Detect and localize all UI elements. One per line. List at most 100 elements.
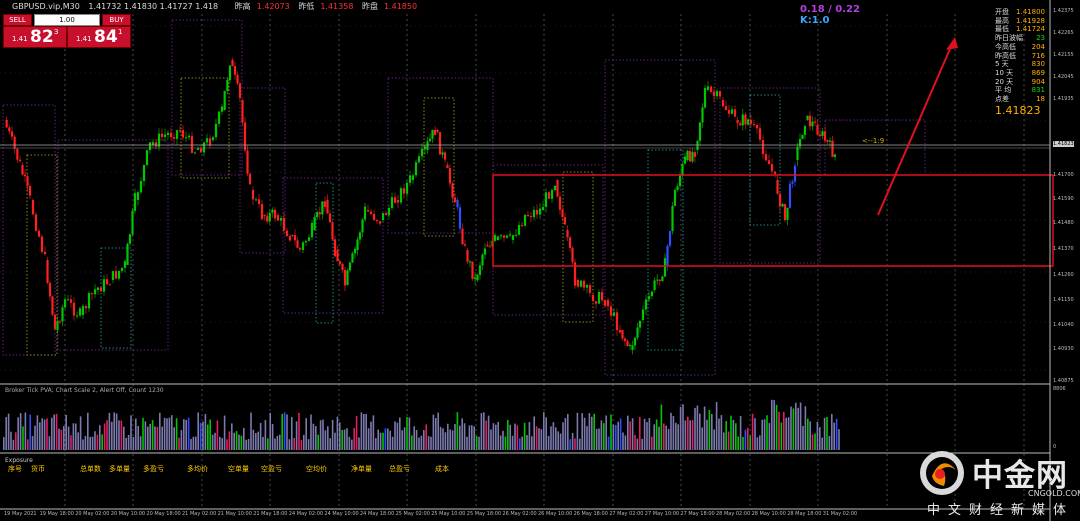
chart-title-bar: GBPUSD.vip,M30 1.41732 1.41830 1.41727 1… [0,0,1080,13]
time-tick-label: 31 May 02:00 [822,511,858,517]
candle [126,242,129,266]
buy-price-fraction: 1 [118,28,123,36]
volume-bar [468,425,471,450]
candle [823,125,827,144]
candle [811,116,814,131]
candle [111,271,115,284]
time-axis[interactable]: 19 May 2021 19 May 18:00 20 May 02:00 20 Ma… [0,510,1050,521]
candle [628,343,632,350]
trend-arrow-shaft [877,41,954,216]
volume-bar [55,413,58,450]
volume-bar [315,426,317,450]
candle [798,133,802,151]
volume-bar [293,437,295,450]
candle [693,149,697,163]
candle [594,300,598,309]
candle [535,204,539,219]
volume-bar [744,429,747,450]
volume-bar [233,432,235,450]
price-chart[interactable]: <--1:9 [0,0,1080,521]
volume-bar [24,412,27,450]
candle [279,215,283,227]
volume-bar [828,435,831,450]
volume-bar [291,417,293,450]
candle [568,236,572,252]
volume-bar [706,419,708,450]
candle [758,123,762,144]
candle [658,279,661,287]
volume-bar [156,426,159,450]
candle [786,207,789,226]
candle [529,211,533,223]
exposure-column-header: 总盈亏 [389,465,410,473]
buy-button[interactable]: BUY [102,14,131,26]
volume-bar [696,405,699,450]
sell-price-button[interactable]: 1.41 82 3 [3,26,67,48]
prev-low-label: 昨低 [298,2,315,11]
volume-bar [466,436,468,450]
candle [316,210,319,220]
candle [51,295,54,316]
profile-zone-box [824,119,926,176]
candle [703,84,707,109]
stat-value: 1.41928 [1016,16,1045,25]
candle [438,131,442,155]
volume-bar [190,438,192,450]
candle [84,304,88,315]
volume-bar [595,428,598,450]
volume-bar [243,427,245,450]
candle [733,105,737,118]
volume-bar [46,418,48,450]
volume-bar [171,415,173,450]
volume-bar [29,414,31,450]
candle [160,128,164,142]
volume-bar [562,422,564,450]
time-tick-label: 20 May 02:00 [75,511,110,517]
candle [715,88,719,100]
volume-bar [396,422,399,450]
stat-row: 5 天 830 [995,60,1045,69]
time-tick-label: 26 May 18:00 [573,511,608,517]
volume-bar [607,436,610,450]
volume-bar [115,413,118,450]
volume-bar [221,438,223,450]
volume-bar [502,430,504,450]
volume-bar [521,436,523,450]
candle [776,176,779,195]
candle [273,206,277,222]
volume-bar [519,438,521,450]
sell-button[interactable]: SELL [3,14,32,26]
exposure-column-header: 多单量 [109,465,130,473]
candle [420,143,424,161]
buy-price-button[interactable]: 1.41 84 1 [67,26,131,48]
price-tick-label: 1.42155 [1053,52,1074,58]
volume-bar [550,426,552,450]
volume-bar [406,417,408,450]
candle [361,218,364,238]
volume-bar [526,435,528,450]
candle [120,267,124,274]
lot-size-input[interactable]: 1.00 [34,14,100,26]
candle [133,188,137,214]
candle [508,230,512,238]
volume-bar [319,420,322,450]
candle [108,283,112,286]
volume-bar [245,439,247,450]
volume-bar [154,426,156,450]
volume-bar [5,417,7,450]
price-scale-axis[interactable]: 1.42375 1.42265 1.42155 1.42045 1.41935 1.418… [1050,0,1080,410]
candle [767,154,771,165]
volume-bar [15,432,17,450]
price-tick-label: 1.41480 [1053,220,1074,226]
candle [538,203,542,219]
volume-bar [792,408,795,450]
volume-bar [600,420,603,450]
volume-bar [60,429,63,450]
volume-bar [835,418,838,450]
exposure-panel: Exposure 序号 货币 总单数 多单量 多盈亏 多均价 空单量 空盈亏 空均价 净单量 总盈亏… [0,453,1050,510]
volume-bar [79,416,82,450]
volume-bar [435,418,437,450]
candle [241,98,244,127]
candle [673,188,677,207]
candle [488,240,492,248]
